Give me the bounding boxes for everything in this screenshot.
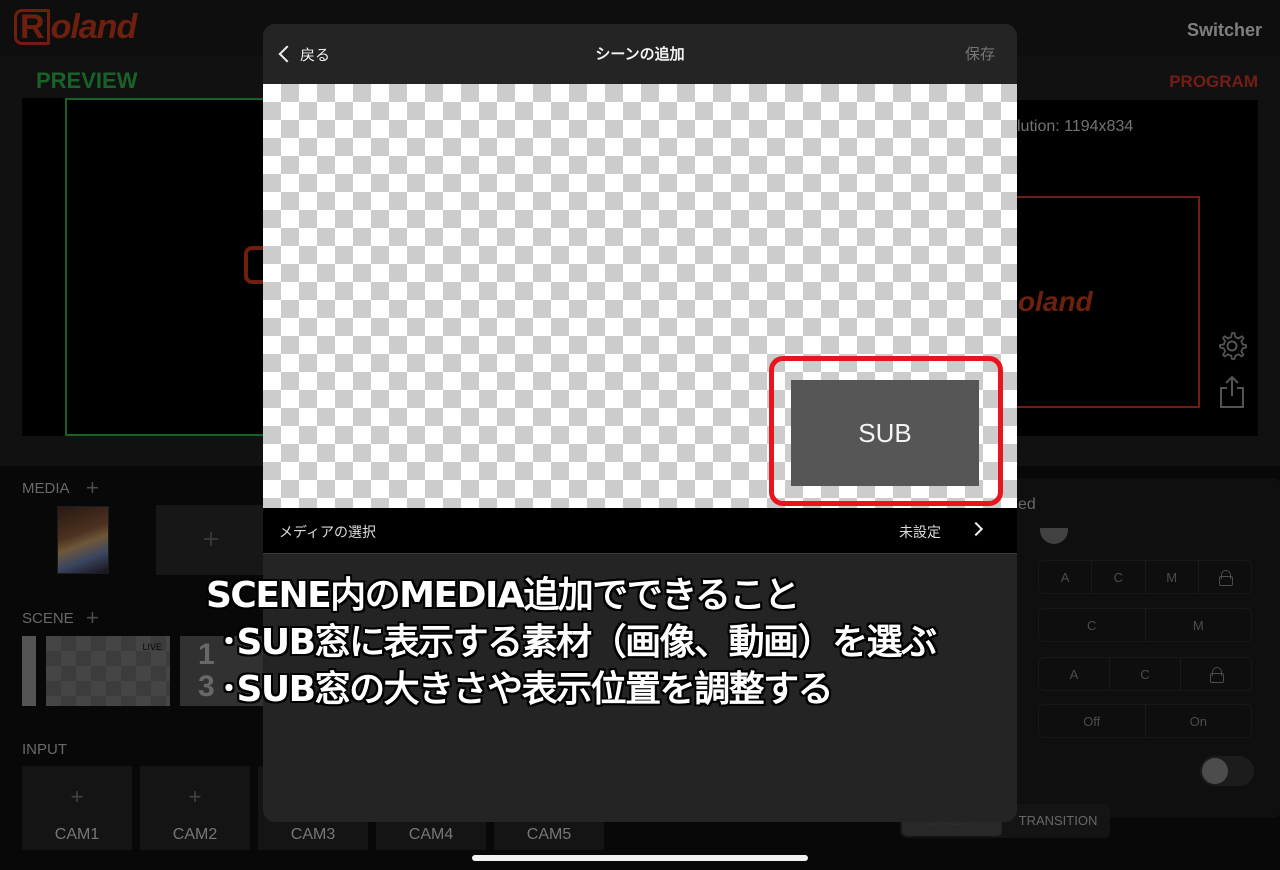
scene-canvas[interactable]: SUB [263,84,1017,508]
modal-header: 戻る シーンの追加 保存 [263,24,1017,84]
home-indicator[interactable] [472,855,808,861]
media-select-row[interactable]: メディアの選択 未設定 [263,508,1017,554]
annotation-line-3: ･SUB窓の大きさや表示位置を調整する [220,669,834,710]
highlight-box [769,356,1003,506]
save-button[interactable]: 保存 [965,43,995,64]
media-select-value: 未設定 [899,525,941,541]
annotation-caption: SCENE内のMEDIA追加でできること ･SUB窓に表示する素材（画像、動画）… [206,572,1106,713]
media-select-label: メディアの選択 [279,525,377,541]
annotation-line-2: ･SUB窓に表示する素材（画像、動画）を選ぶ [220,622,937,663]
chevron-right-icon [968,521,984,537]
modal-title: シーンの追加 [595,45,685,63]
annotation-line-1: SCENE内のMEDIA追加でできること [206,575,800,616]
